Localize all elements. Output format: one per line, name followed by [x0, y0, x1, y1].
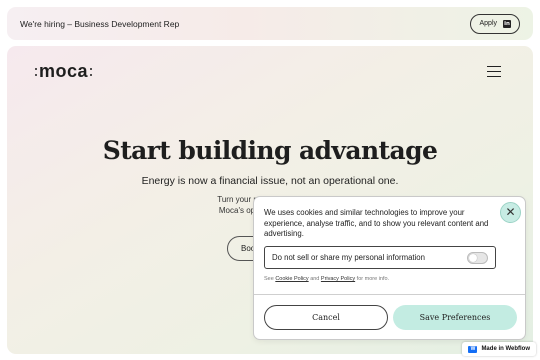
hero-subtitle: Energy is now a financial issue, not an … [141, 175, 399, 187]
cookie-message: We uses cookies and similar technologies… [264, 208, 489, 238]
badge-label: Made in Webflow [481, 346, 530, 352]
made-in-webflow-badge[interactable]: W Made in Webflow [462, 342, 536, 356]
logo-text: moca [39, 61, 89, 81]
policy-and: and [310, 276, 320, 282]
announcement-text: We're hiring – Business Development Rep [20, 18, 180, 29]
policy-suffix: for more info. [356, 276, 390, 282]
optout-toggle[interactable] [467, 251, 488, 264]
linkedin-icon: in [503, 19, 511, 28]
logo-dots-left [35, 67, 37, 76]
apply-label: Apply [479, 20, 497, 27]
cookie-divider [254, 294, 525, 295]
privacy-policy-link[interactable]: Privacy Policy [321, 276, 355, 282]
hero-title: Start building advantage [102, 136, 438, 165]
close-icon[interactable]: ✕ [500, 202, 521, 223]
logo-dots-right [90, 67, 93, 76]
announcement-bar: We're hiring – Business Development Rep … [7, 7, 533, 40]
toggle-knob [469, 253, 477, 262]
hamburger-menu-icon[interactable] [487, 66, 501, 77]
apply-button[interactable]: Apply in [470, 13, 520, 34]
policy-prefix: See [264, 276, 274, 282]
cookie-consent-dialog: We uses cookies and similar technologies… [253, 196, 526, 340]
optout-label: Do not sell or share my personal informa… [272, 253, 425, 262]
cookie-policy-link[interactable]: Cookie Policy [275, 276, 308, 282]
policy-note: See Cookie Policy and Privacy Policy for… [264, 276, 389, 282]
moca-logo[interactable]: moca [33, 61, 94, 82]
cancel-button[interactable]: Cancel [264, 305, 388, 330]
save-preferences-button[interactable]: Save Preferences [393, 305, 517, 330]
optout-row[interactable]: Do not sell or share my personal informa… [264, 246, 496, 269]
webflow-icon: W [468, 345, 478, 353]
